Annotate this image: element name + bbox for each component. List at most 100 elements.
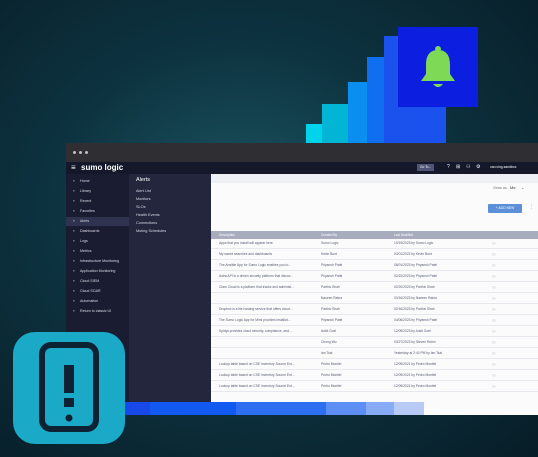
window-dot-maximize[interactable] xyxy=(85,151,88,154)
more-options-icon[interactable]: ⋮ xyxy=(529,204,534,210)
alerts-nav-item-monitors[interactable]: Monitors xyxy=(136,197,151,201)
cell-last-modified: Yesterday at 2:40 PM by Ian Tsai xyxy=(394,351,443,355)
sidebar-item-cloud-siem[interactable]: ▪ Cloud SIEM xyxy=(66,277,129,286)
row-user-icon[interactable]: ⚇ xyxy=(492,384,496,389)
table-row[interactable]: Lookup table based on CSE Inventory Sour… xyxy=(211,360,538,370)
sidebar-item-label: Alerts xyxy=(80,219,90,223)
table-row[interactable]: Naveen Ratna 03/16/2023 by Naveen Ratna ⚇ xyxy=(211,294,538,304)
cell-created-by: Pedro Montiel xyxy=(321,362,342,366)
cell-created-by: Chung Wu xyxy=(321,340,337,344)
table-row[interactable]: Lookup table based on CSE Inventory Sour… xyxy=(211,382,538,392)
cell-last-modified: 08/01/2023 by Priyansh Patel xyxy=(394,263,438,267)
folder-icon: ▪ xyxy=(73,188,75,193)
sidebar-item-automation[interactable]: ▪ Automation xyxy=(66,297,129,306)
sidebar-item-label: Home xyxy=(80,179,90,183)
goto-button[interactable]: Go To... xyxy=(417,164,435,171)
bell-icon: ▪ xyxy=(73,218,75,223)
cell-created-by: Ian Tsai xyxy=(321,351,333,355)
views-chevron-down-icon[interactable]: ⌄ xyxy=(521,185,524,190)
cell-last-modified: 02/22/2023 by Priyansh Patel xyxy=(394,274,438,278)
main-panel: Views as: Me ⌄ + ADD NEW ⋮ Description C… xyxy=(211,174,538,415)
sidebar-item-label: Infrastructure Monitoring xyxy=(80,259,119,263)
app-monitor-icon: ▪ xyxy=(73,268,75,273)
cell-created-by: Parthiv Shah xyxy=(321,285,340,289)
table-row[interactable]: Ian Tsai Yesterday at 2:40 PM by Ian Tsai… xyxy=(211,349,538,359)
table-row[interactable]: Claro Cloud is a platform that tracks an… xyxy=(211,283,538,293)
table-row[interactable]: Spidys provides cloud security, complian… xyxy=(211,327,538,337)
color-bar-seg-4 xyxy=(236,402,326,415)
bell-tile xyxy=(398,27,478,107)
sidebar-item-infrastructure-monitoring[interactable]: ▪ Infrastructure Monitoring xyxy=(66,257,129,266)
sidebar-item-application-monitoring[interactable]: ▪ Application Monitoring xyxy=(66,267,129,276)
window-dot-minimize[interactable] xyxy=(79,151,82,154)
sidebar-item-label: Recent xyxy=(80,199,92,203)
alerts-nav-title: Alerts xyxy=(136,177,151,183)
row-user-icon[interactable]: ⚇ xyxy=(492,263,496,268)
row-user-icon[interactable]: ⚇ xyxy=(492,252,496,257)
cell-created-by: Pedro Montiel xyxy=(321,373,342,377)
table-row[interactable]: Chung Wu 03/27/2023 by Steven Rubin ⚇ xyxy=(211,338,538,348)
sidebar-item-library[interactable]: ▪ Library xyxy=(66,187,129,196)
row-user-icon[interactable]: ⚇ xyxy=(492,340,496,345)
row-user-icon[interactable]: ⚇ xyxy=(492,329,496,334)
sidebar-item-label: Library xyxy=(80,189,91,193)
apps-grid-icon[interactable]: ⊞ xyxy=(456,164,460,170)
table-row[interactable]: The Sumo Logic App for Mimi provides ins… xyxy=(211,316,538,326)
alerts-nav-item-slos[interactable]: SLOs xyxy=(136,205,146,209)
return-icon: ▪ xyxy=(73,308,75,313)
table-row[interactable]: Apps that you install will appear here Su… xyxy=(211,239,538,249)
sidebar-item-label: Logs xyxy=(80,239,88,243)
table-row[interactable]: The Ansible App for Sumo Logic enables y… xyxy=(211,261,538,271)
notifications-icon[interactable]: ⚇ xyxy=(466,164,470,170)
sidebar-item-logs[interactable]: ▪ Logs xyxy=(66,237,129,246)
row-user-icon[interactable]: ⚇ xyxy=(492,296,496,301)
views-as-label: Views as: xyxy=(493,186,508,190)
metrics-icon: ▪ xyxy=(73,248,75,253)
column-header-last-modified[interactable]: Last Modified xyxy=(394,231,413,239)
alerts-nav-item-health-events[interactable]: Health Events xyxy=(136,213,160,217)
window-dot-close[interactable] xyxy=(73,151,76,154)
alerts-nav-item-connections[interactable]: Connections xyxy=(136,221,157,225)
mobile-alert-tile xyxy=(13,332,125,444)
row-user-icon[interactable]: ⚇ xyxy=(492,373,496,378)
table-row[interactable]: My saved searches and dashboards Kevin Bu… xyxy=(211,250,538,260)
column-header-created-by[interactable]: Created By xyxy=(321,231,337,239)
cell-description: Claro Cloud is a platform that tracks an… xyxy=(219,285,294,289)
help-icon[interactable]: ? xyxy=(447,164,450,170)
sidebar-item-label: Return to classic UI xyxy=(80,309,112,313)
table-row[interactable]: Dropbox is a file hosting service that o… xyxy=(211,305,538,315)
user-name[interactable]: van.ving.sandbox xyxy=(490,165,516,169)
views-as-select[interactable]: Me xyxy=(510,185,516,190)
sidebar-item-return-to-classic-ui[interactable]: ▪ Return to classic UI xyxy=(66,307,129,316)
hamburger-icon[interactable]: ≡ xyxy=(71,163,76,172)
cell-created-by: Sumo Logic xyxy=(321,241,339,245)
sidebar-item-metrics[interactable]: ▪ Metrics xyxy=(66,247,129,256)
alerts-nav: Alerts Alert List Monitors SLOs Health Even… xyxy=(129,174,211,415)
row-user-icon[interactable]: ⚇ xyxy=(492,285,496,290)
row-user-icon[interactable]: ⚇ xyxy=(492,307,496,312)
row-user-icon[interactable]: ⚇ xyxy=(492,351,496,356)
sidebar-item-recent[interactable]: ▪ Recent xyxy=(66,197,129,206)
window-titlebar xyxy=(66,143,538,162)
row-user-icon[interactable]: ⚇ xyxy=(492,318,496,323)
color-bar-seg-6 xyxy=(366,402,394,415)
sidebar-item-favorites[interactable]: ▪ Favorites xyxy=(66,207,129,216)
settings-icon[interactable]: ⚙ xyxy=(476,164,480,170)
cell-description: Apps that you install will appear here xyxy=(219,241,273,245)
add-new-button[interactable]: + ADD NEW xyxy=(488,204,522,213)
sidebar-item-dashboards[interactable]: ▪ Dashboards xyxy=(66,227,129,236)
row-user-icon[interactable]: ⚇ xyxy=(492,241,496,246)
cell-description: Lookup table based on CSE Inventory Sour… xyxy=(219,373,295,377)
column-header-description[interactable]: Description xyxy=(219,231,235,239)
alerts-nav-item-muting-schedules[interactable]: Muting Schedules xyxy=(136,229,166,233)
alerts-nav-item-alert-list[interactable]: Alert List xyxy=(136,189,151,193)
table-row[interactable]: Astra API is a driven security platform … xyxy=(211,272,538,282)
table-body: Apps that you install will appear here Su… xyxy=(211,239,538,415)
sidebar-item-alerts[interactable]: ▪ Alerts xyxy=(66,217,129,226)
sidebar-item-cloud-soar[interactable]: ▪ Cloud SOAR xyxy=(66,287,129,296)
row-user-icon[interactable]: ⚇ xyxy=(492,362,496,367)
row-user-icon[interactable]: ⚇ xyxy=(492,274,496,279)
cell-description: The Ansible App for Sumo Logic enables y… xyxy=(219,263,292,267)
table-row[interactable]: Lookup table based on CSE Inventory Sour… xyxy=(211,371,538,381)
sidebar-item-home[interactable]: ▪ Home xyxy=(66,177,129,186)
